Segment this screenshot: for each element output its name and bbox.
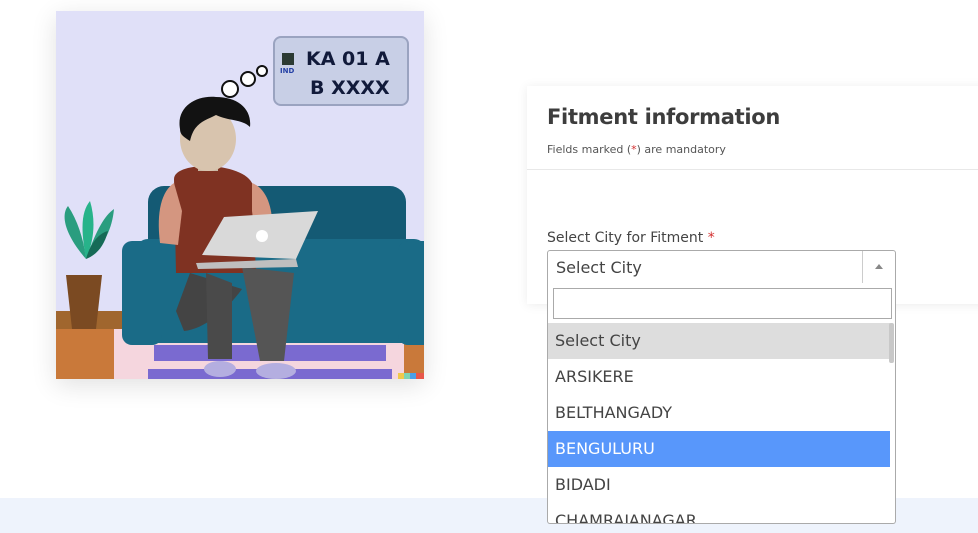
person-on-sofa-illustration: IND KA 01 A B XXXX xyxy=(56,11,424,379)
number-plate-icon: IND KA 01 A B XXXX xyxy=(273,36,409,106)
required-star: * xyxy=(707,230,715,246)
city-option-chamrajanagar[interactable]: CHAMRAJANAGAR xyxy=(548,503,890,523)
city-option-benguluru[interactable]: BENGULURU xyxy=(548,431,890,467)
svg-text:B XXXX: B XXXX xyxy=(310,77,390,99)
city-dropdown: Select City ARSIKERE BELTHANGADY BENGULU… xyxy=(547,283,896,524)
card-title: Fitment information xyxy=(547,105,781,129)
dropdown-scrollbar[interactable] xyxy=(889,323,894,363)
divider xyxy=(527,169,978,170)
mandatory-note: Fields marked (*) are mandatory xyxy=(547,143,726,156)
city-label-text: Select City for Fitment xyxy=(547,230,704,246)
city-option-select-city[interactable]: Select City xyxy=(548,323,890,359)
mandatory-note-suffix: ) are mandatory xyxy=(636,143,726,156)
city-option-bidadi[interactable]: BIDADI xyxy=(548,467,890,503)
city-select[interactable]: Select City xyxy=(547,250,896,284)
svg-text:IND: IND xyxy=(280,67,294,75)
chevron-up-icon xyxy=(875,264,883,269)
city-options-list: Select City ARSIKERE BELTHANGADY BENGULU… xyxy=(548,323,890,523)
hero-illustration: IND KA 01 A B XXXX xyxy=(56,11,424,379)
city-option-belthangady[interactable]: BELTHANGADY xyxy=(548,395,890,431)
city-option-arsikere[interactable]: ARSIKERE xyxy=(548,359,890,395)
select-toggle[interactable] xyxy=(862,251,895,283)
city-search-input[interactable] xyxy=(553,288,892,319)
city-field-label: Select City for Fitment * xyxy=(547,230,715,246)
mandatory-note-prefix: Fields marked ( xyxy=(547,143,632,156)
svg-text:KA 01 A: KA 01 A xyxy=(306,48,390,70)
city-select-value: Select City xyxy=(556,258,642,277)
